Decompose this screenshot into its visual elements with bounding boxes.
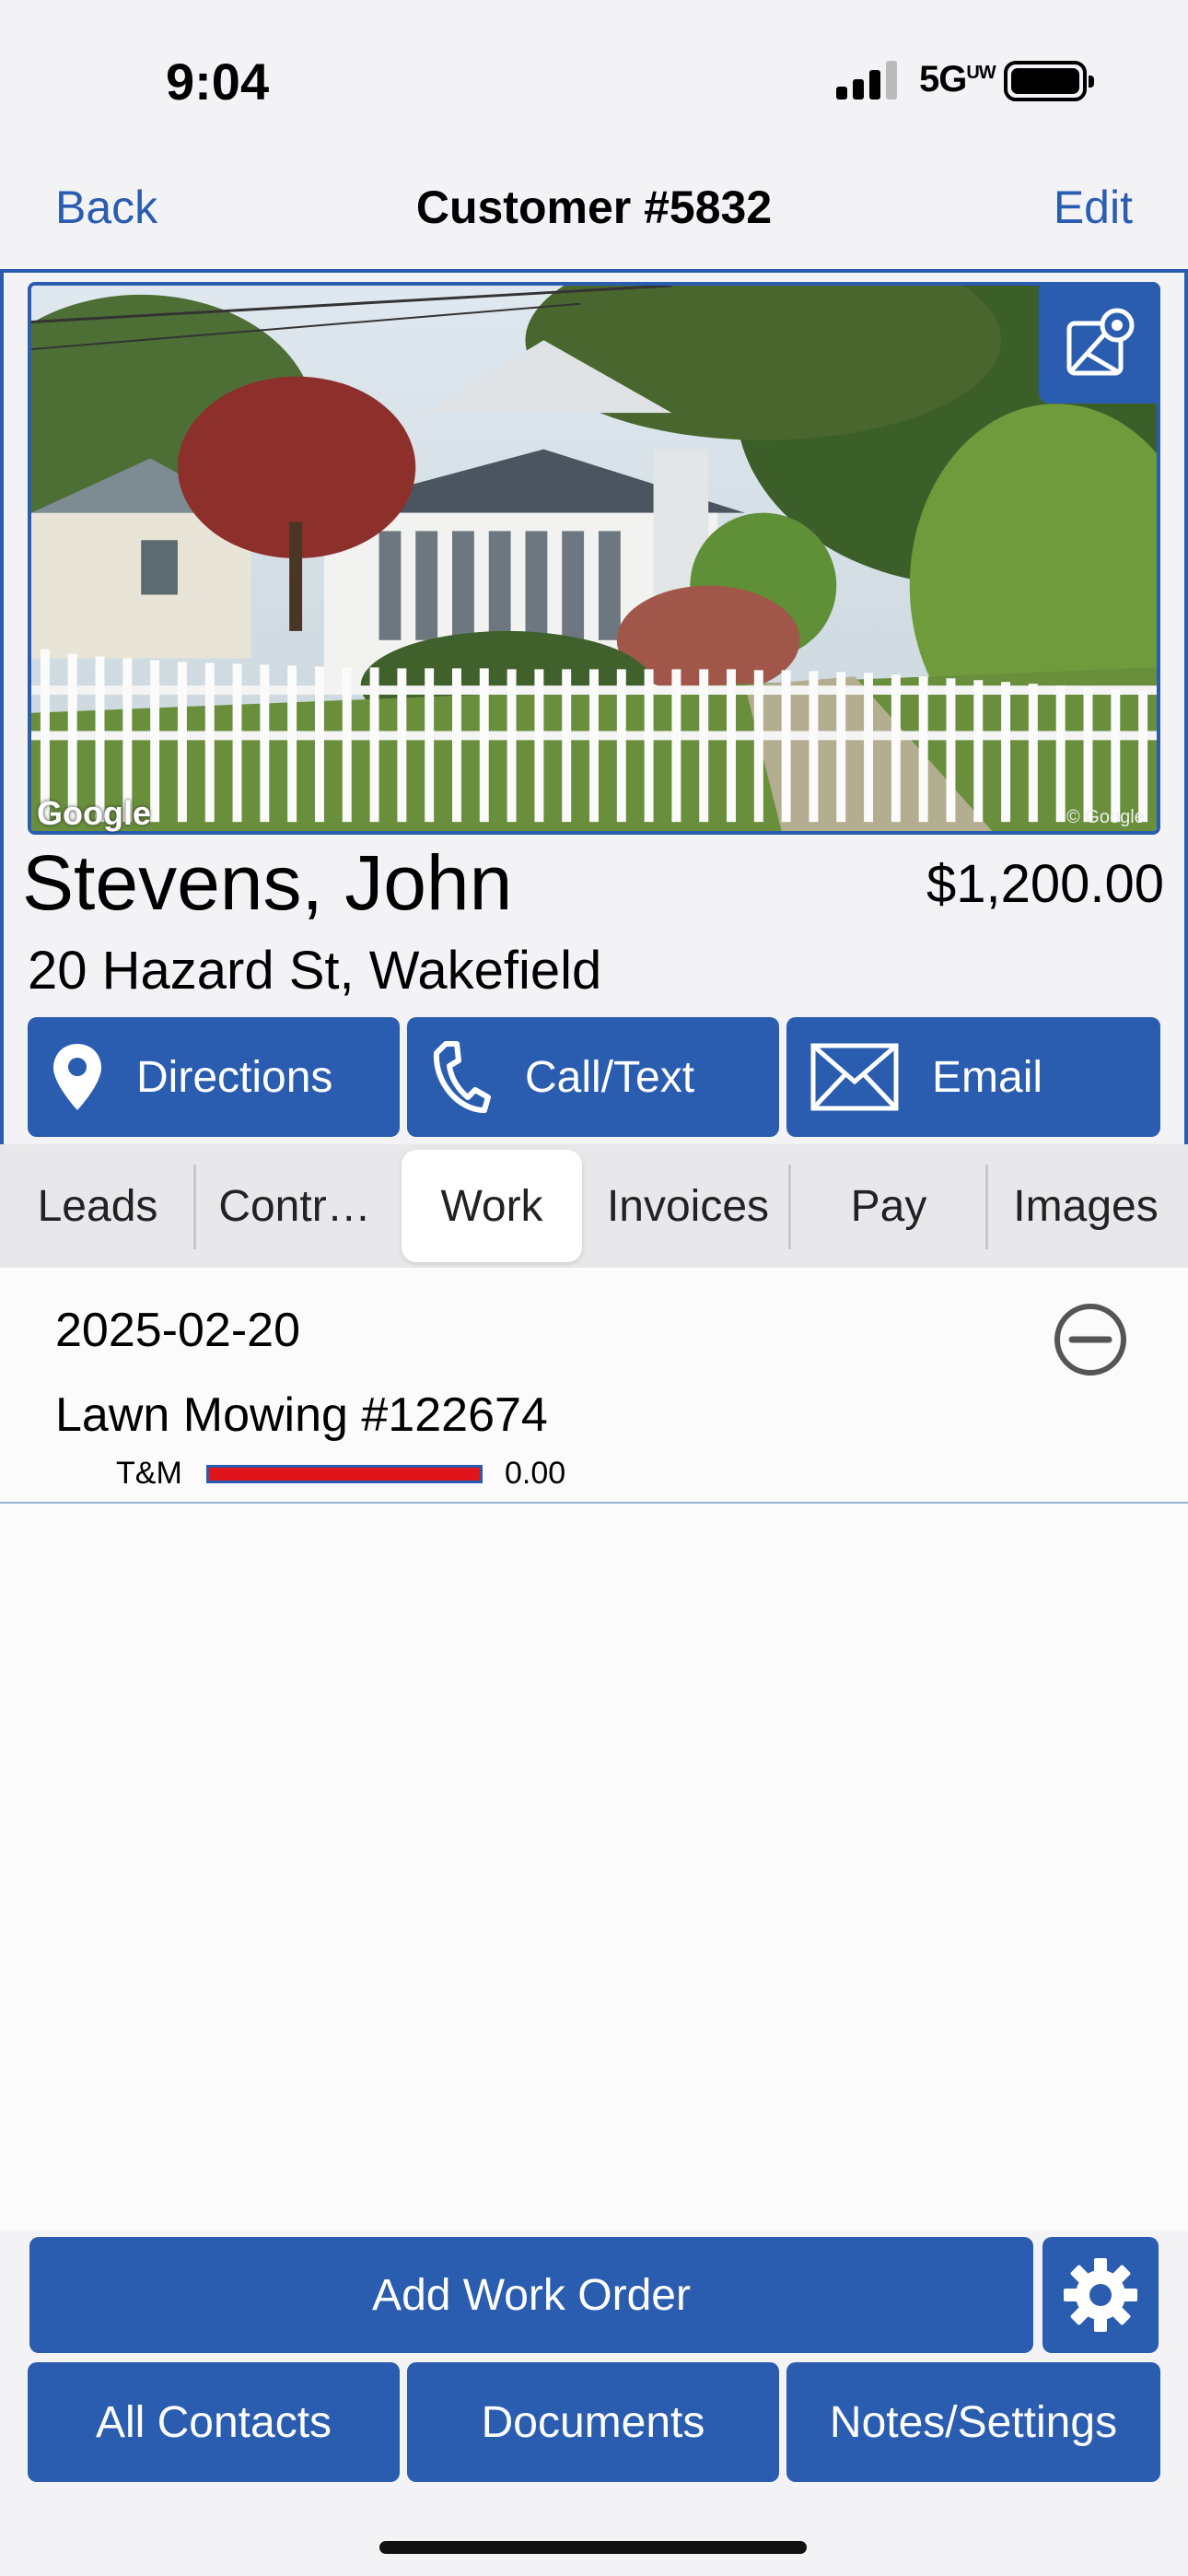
edit-button[interactable]: Edit	[1054, 181, 1133, 234]
map-pin-icon	[1066, 308, 1135, 376]
google-watermark: Google	[37, 794, 151, 832]
tab-divider	[985, 1165, 988, 1249]
tab-divider	[788, 1165, 791, 1249]
list-item[interactable]: 2025-02-20 Lawn Mowing #122674 T&M 0.00	[0, 1268, 1188, 1504]
status-bar: 9:04 5GUW	[0, 0, 1188, 157]
map-photo-button[interactable]	[1039, 284, 1159, 404]
envelope-icon	[810, 1043, 899, 1111]
customer-address: 20 Hazard St, Wakefield	[28, 941, 602, 1001]
work-order-progress-bar	[206, 1465, 483, 1483]
tab-pay[interactable]: Pay	[794, 1150, 984, 1262]
property-photo[interactable]	[28, 282, 1160, 835]
tab-images[interactable]: Images	[991, 1150, 1181, 1262]
directions-button[interactable]: Directions	[28, 1017, 400, 1137]
tab-contracts[interactable]: Contr…	[199, 1150, 390, 1262]
page-title: Customer #5832	[415, 181, 773, 233]
tab-invoices[interactable]: Invoices	[589, 1150, 786, 1262]
gear-icon	[1064, 2258, 1137, 2332]
all-contacts-button[interactable]: All Contacts	[28, 2362, 400, 2482]
battery-icon	[1004, 61, 1094, 101]
tab-divider	[193, 1165, 196, 1249]
house-photo-image	[31, 286, 1157, 831]
remove-circle-icon[interactable]	[1052, 1301, 1129, 1378]
email-button[interactable]: Email	[786, 1017, 1160, 1137]
call-text-label: Call/Text	[525, 1052, 695, 1102]
call-text-button[interactable]: Call/Text	[407, 1017, 779, 1137]
bottom-toolbar: Add Work Order All Contacts Documents No…	[0, 2231, 1188, 2576]
work-order-type: T&M	[116, 1456, 182, 1491]
work-order-list: 2025-02-20 Lawn Mowing #122674 T&M 0.00	[0, 1268, 1188, 2231]
tab-leads[interactable]: Leads	[7, 1150, 188, 1262]
google-copyright: © Google	[1066, 807, 1145, 827]
phone-icon	[431, 1040, 492, 1114]
customer-name: Stevens, John	[22, 839, 513, 926]
status-time: 9:04	[166, 53, 270, 111]
work-order-date: 2025-02-20	[55, 1304, 300, 1357]
notes-settings-button[interactable]: Notes/Settings	[786, 2362, 1160, 2482]
documents-button[interactable]: Documents	[407, 2362, 779, 2482]
customer-balance: $1,200.00	[926, 854, 1164, 914]
settings-button[interactable]	[1042, 2237, 1159, 2353]
directions-label: Directions	[136, 1052, 333, 1102]
home-indicator[interactable]	[379, 2541, 807, 2554]
work-order-title: Lawn Mowing #122674	[55, 1388, 548, 1442]
email-label: Email	[932, 1052, 1043, 1102]
back-button[interactable]: Back	[55, 181, 157, 234]
network-label: 5GUW	[919, 59, 996, 100]
tab-bar: Leads Contr… Work Invoices Pay Images	[0, 1144, 1188, 1268]
signal-icon	[836, 61, 899, 100]
location-pin-icon	[52, 1042, 103, 1112]
work-order-amount: 0.00	[505, 1456, 566, 1491]
add-work-order-button[interactable]: Add Work Order	[29, 2237, 1033, 2353]
tab-work[interactable]: Work	[402, 1150, 582, 1262]
